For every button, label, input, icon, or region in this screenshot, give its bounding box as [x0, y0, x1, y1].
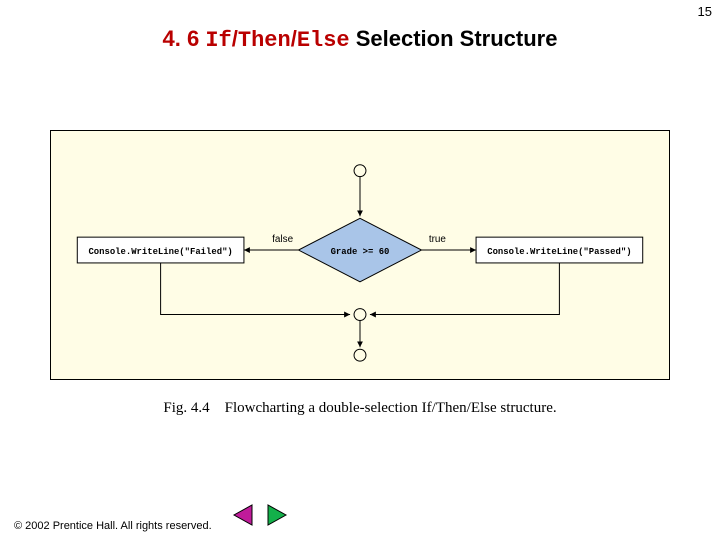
title-rest: Selection Structure — [350, 26, 558, 51]
figure-text: Flowcharting a double-selection If/Then/… — [225, 400, 557, 416]
flowchart-canvas: Grade >= 60 false true Console.WriteLine… — [50, 130, 670, 380]
flow-left-merge — [161, 263, 350, 315]
kw-then: Then — [238, 28, 291, 53]
label-true: true — [429, 234, 447, 245]
right-action-text: Console.WriteLine("Passed") — [487, 247, 631, 257]
section-number: 4. 6 — [163, 26, 206, 51]
kw-else: Else — [297, 28, 350, 53]
copyright-notice: © 2002 Prentice Hall. All rights reserve… — [14, 520, 212, 532]
nav-prev-icon[interactable] — [234, 505, 252, 525]
page-number: 15 — [698, 4, 712, 19]
slide-nav — [230, 501, 290, 534]
left-action-text: Console.WriteLine("Failed") — [88, 247, 232, 257]
nav-next-icon[interactable] — [268, 505, 286, 525]
decision-text: Grade >= 60 — [331, 247, 390, 257]
label-false: false — [272, 234, 293, 245]
exit-connector — [354, 349, 366, 361]
figure-caption: Fig. 4.4 Flowcharting a double-selection… — [0, 400, 720, 417]
merge-connector — [354, 309, 366, 321]
entry-connector — [354, 165, 366, 177]
figure-label: Fig. 4.4 — [163, 400, 209, 416]
slide-title: 4. 6 If/Then/Else Selection Structure — [0, 26, 720, 53]
kw-if: If — [205, 28, 231, 53]
flow-right-merge — [370, 263, 559, 315]
